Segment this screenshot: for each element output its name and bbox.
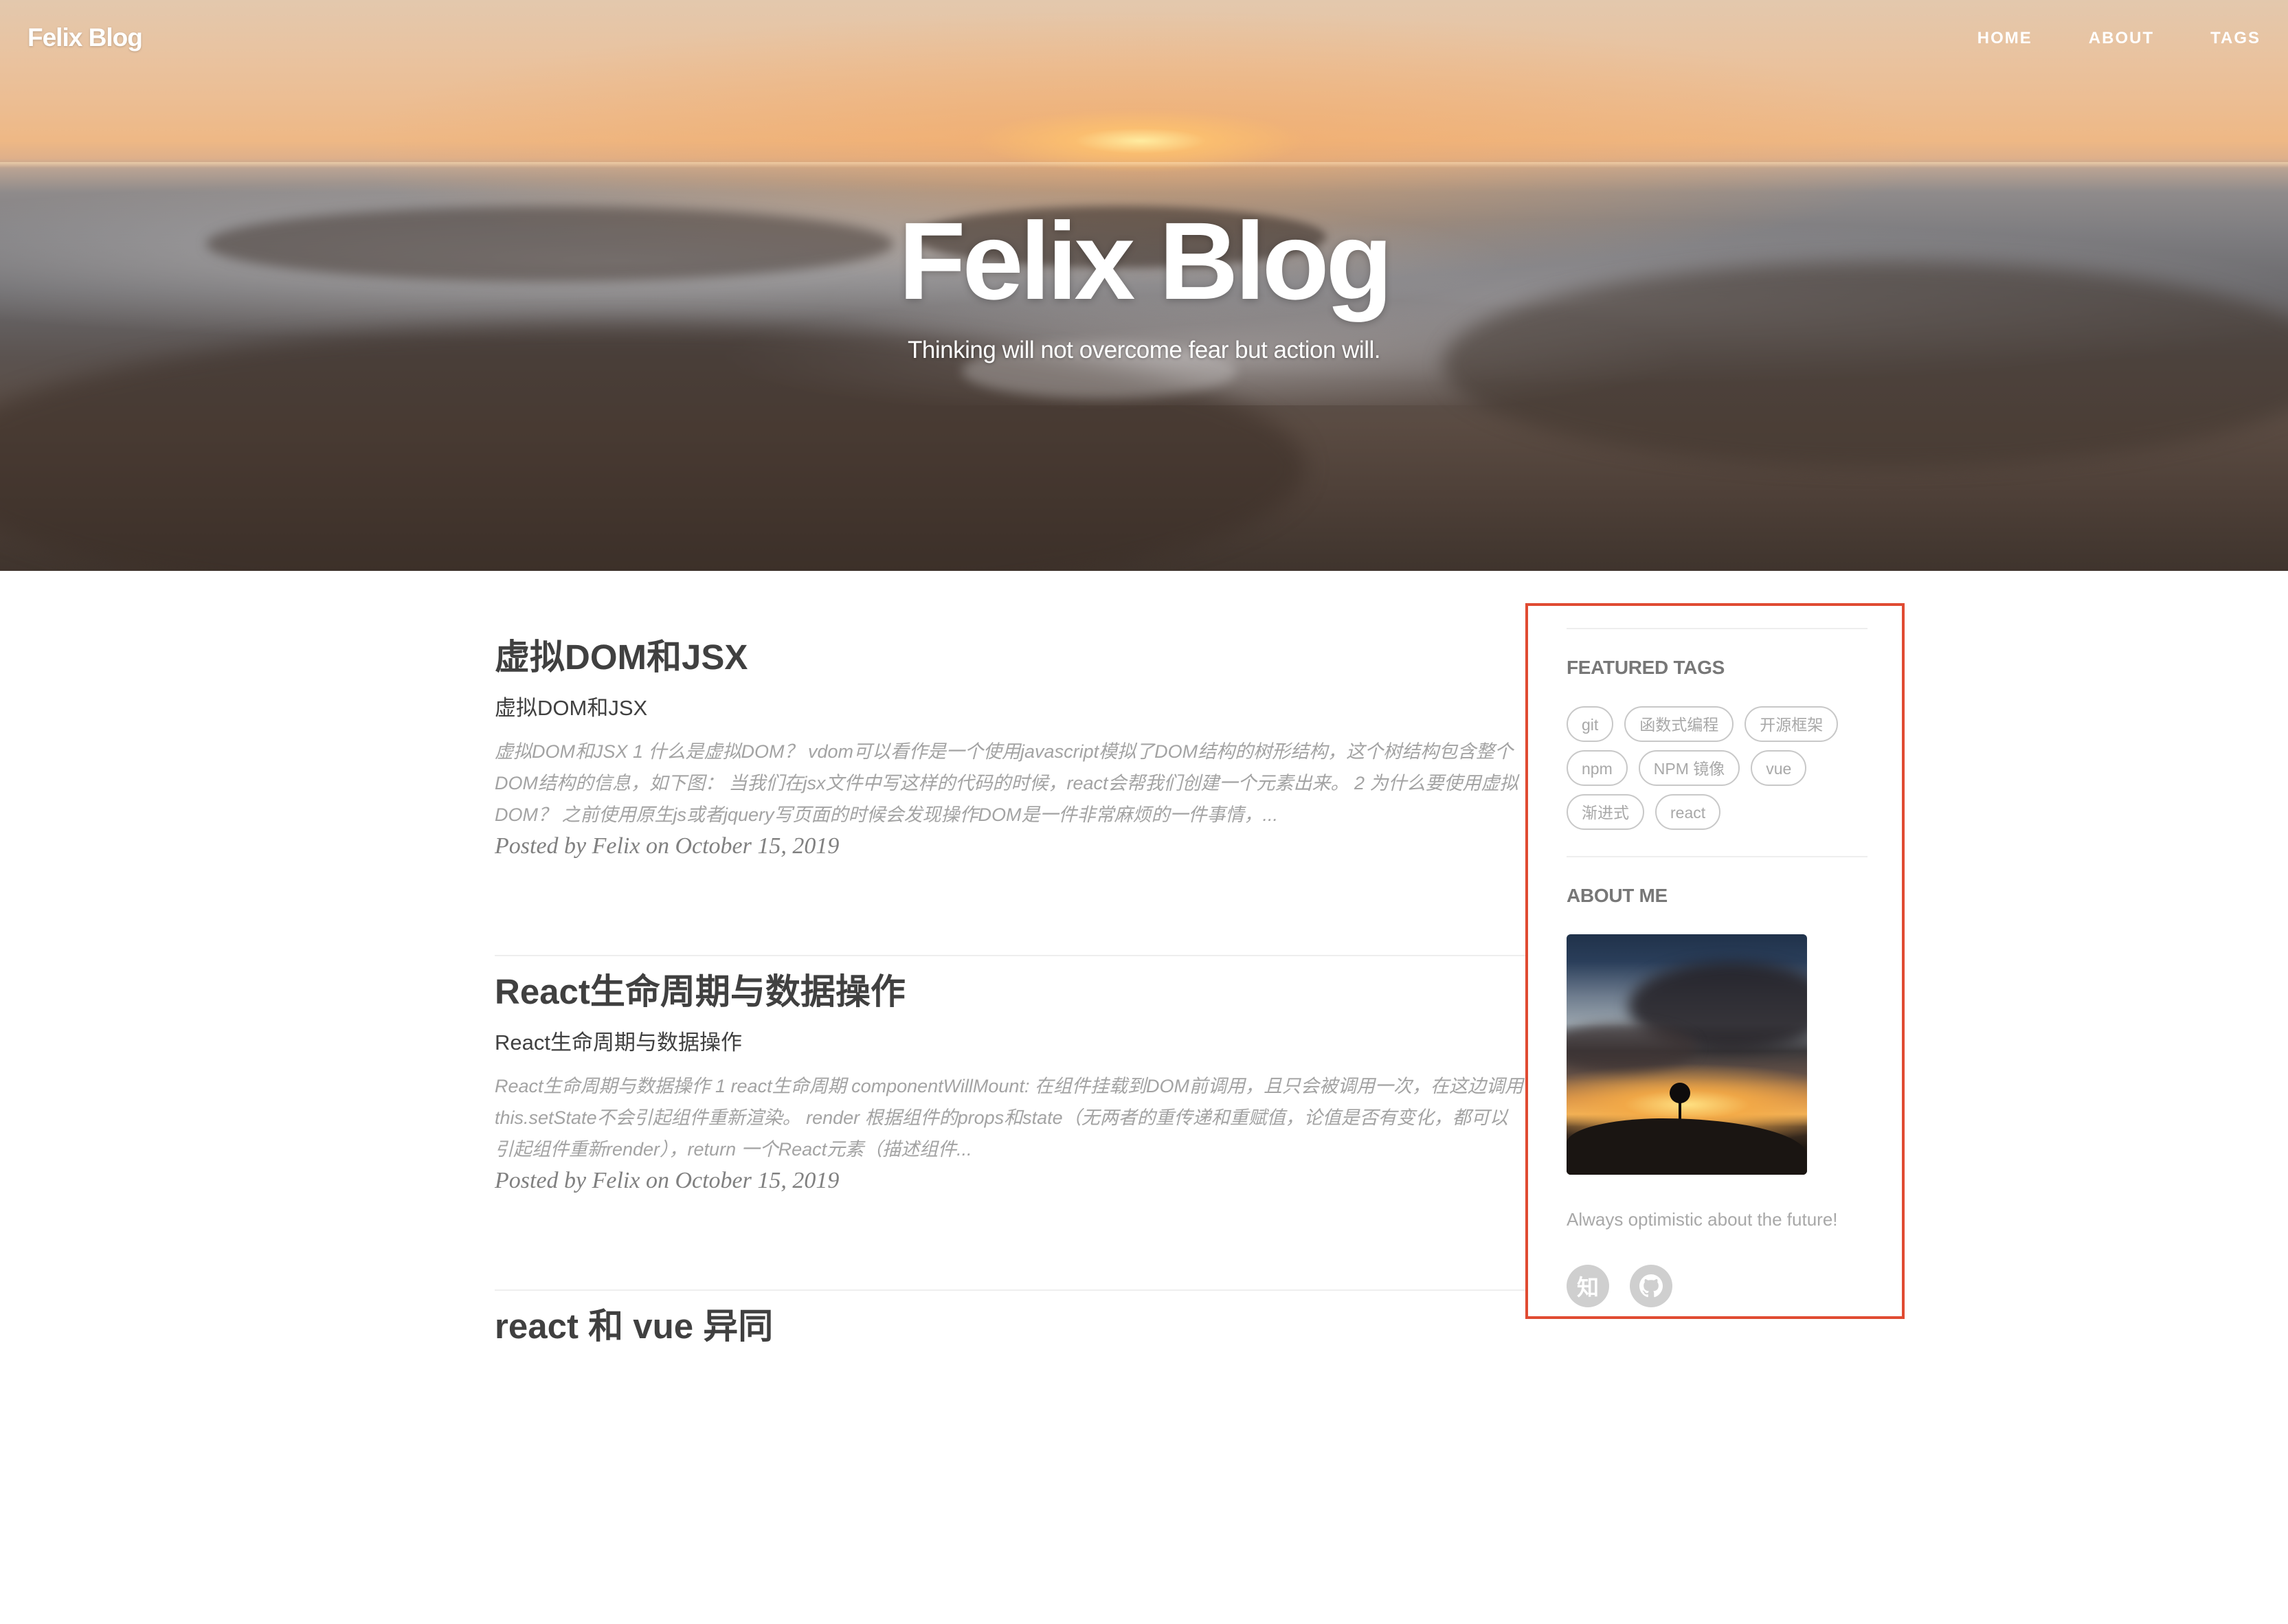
about-text: Always optimistic about the future! [1567, 1209, 1838, 1230]
avatar-sign [1670, 1083, 1690, 1103]
zhihu-icon[interactable]: 知 [1567, 1265, 1609, 1307]
tag-vue[interactable]: vue [1751, 750, 1807, 786]
post-title-link[interactable]: react 和 vue 异同 [495, 1305, 1525, 1349]
post-title-link[interactable]: 虚拟DOM和JSX [495, 635, 1525, 679]
post-subtitle[interactable]: 虚拟DOM和JSX [495, 695, 1525, 722]
post-list: 虚拟DOM和JSX 虚拟DOM和JSX 虚拟DOM和JSX 1 什么是虚拟DOM… [495, 622, 1525, 1624]
about-me-heading: ABOUT ME [1567, 885, 1668, 906]
brand-link[interactable]: Felix Blog [27, 23, 143, 52]
nav-about[interactable]: ABOUT [2089, 29, 2154, 48]
github-icon[interactable] [1630, 1265, 1672, 1307]
tag-react[interactable]: react [1655, 794, 1721, 830]
top-nav: HOME ABOUT TAGS [1977, 29, 2261, 48]
tag-git[interactable]: git [1567, 706, 1614, 742]
nav-home[interactable]: HOME [1977, 29, 2032, 48]
tag-progressive[interactable]: 渐进式 [1567, 794, 1644, 830]
post-meta: Posted by Felix on October 15, 2019 [495, 1168, 840, 1194]
sidebar-divider [1567, 856, 1868, 857]
tag-open-source-framework[interactable]: 开源框架 [1745, 706, 1839, 742]
tag-cloud: git 函数式编程 开源框架 npm NPM 镜像 vue 渐进式 react [1567, 706, 1868, 830]
post-subtitle[interactable]: React生命周期与数据操作 [495, 1029, 1525, 1057]
post-excerpt[interactable]: 虚拟DOM和JSX 1 什么是虚拟DOM？ vdom可以看作是一个使用javas… [495, 736, 1525, 831]
site-subtitle: Thinking will not overcome fear but acti… [908, 337, 1380, 363]
tag-functional-programming[interactable]: 函数式编程 [1624, 706, 1734, 742]
post-title-link[interactable]: React生命周期与数据操作 [495, 970, 1525, 1014]
avatar-hill [1567, 1118, 1807, 1175]
social-links: 知 [1567, 1265, 1868, 1307]
post-item: React生命周期与数据操作 React生命周期与数据操作 React生命周期与… [495, 970, 1525, 1291]
avatar-photo [1567, 934, 1807, 1175]
sidebar-content: FEATURED TAGS git 函数式编程 开源框架 npm NPM 镜像 … [1567, 628, 1868, 1307]
tag-npm-mirror[interactable]: NPM 镜像 [1638, 750, 1740, 786]
avatar-cloud [1567, 1024, 1697, 1072]
site-title: Felix Blog [898, 199, 1393, 322]
nav-tags[interactable]: TAGS [2210, 29, 2261, 48]
tag-npm[interactable]: npm [1567, 750, 1628, 786]
hero-horizon [0, 162, 2288, 168]
featured-tags-heading: FEATURED TAGS [1567, 657, 1725, 678]
post-excerpt[interactable]: React生命周期与数据操作 1 react生命周期 componentWill… [495, 1070, 1525, 1165]
post-meta: Posted by Felix on October 15, 2019 [495, 833, 840, 859]
post-item: 虚拟DOM和JSX 虚拟DOM和JSX 虚拟DOM和JSX 1 什么是虚拟DOM… [495, 635, 1525, 956]
sidebar-highlight: FEATURED TAGS git 函数式编程 开源框架 npm NPM 镜像 … [1525, 603, 1905, 1319]
hero-banner: Felix Blog HOME ABOUT TAGS Felix Blog Th… [0, 0, 2288, 571]
post-item: react 和 vue 异同 [495, 1305, 1525, 1624]
github-icon-glyph [1639, 1274, 1663, 1298]
sidebar-divider [1567, 628, 1868, 629]
